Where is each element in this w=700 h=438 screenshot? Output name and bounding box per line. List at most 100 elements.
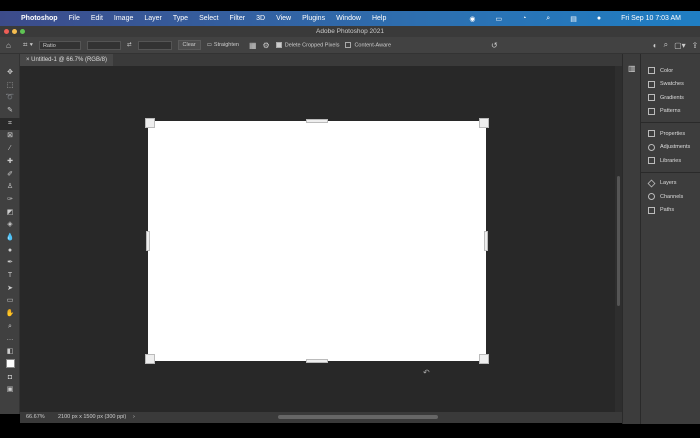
creative-cloud-icon[interactable]: ◉ (469, 15, 475, 23)
menu-filter[interactable]: Filter (230, 15, 246, 22)
pen-tool-icon[interactable]: ✒ (0, 257, 20, 270)
crop-handle[interactable] (306, 119, 328, 123)
color-swatches-icon[interactable]: ◧ (0, 346, 20, 359)
eyedropper-tool-icon[interactable]: ⁄ (0, 143, 20, 156)
menu-help[interactable]: Help (372, 15, 386, 22)
more-tools-icon[interactable]: … (0, 333, 20, 346)
document-info[interactable]: 2100 px x 1500 px (300 ppi) (58, 412, 126, 423)
ratio-select[interactable]: Ratio (38, 40, 81, 50)
horizontal-scrollbar[interactable] (278, 415, 438, 419)
eraser-tool-icon[interactable]: ◩ (0, 207, 20, 220)
history-panel-icon[interactable]: ▥ (628, 64, 640, 73)
zoom-button[interactable] (20, 29, 25, 34)
zoom-tool-icon[interactable]: ⌕ (0, 321, 20, 334)
document-canvas[interactable] (145, 118, 489, 364)
panel-layers[interactable]: Layers (641, 177, 700, 191)
menu-select[interactable]: Select (199, 15, 218, 22)
stamp-tool-icon[interactable]: ♙ (0, 181, 20, 194)
document-tab[interactable]: × Untitled-1 @ 66.7% (RGB/8) (20, 54, 113, 66)
search-icon[interactable]: ⌕ (664, 40, 668, 50)
height-input[interactable] (137, 40, 172, 50)
panel-gradients[interactable]: Gradients (641, 91, 700, 105)
menu-plugins[interactable]: Plugins (302, 15, 325, 22)
menu-layer[interactable]: Layer (144, 15, 162, 22)
clock[interactable]: Fri Sep 10 7:03 AM (621, 15, 681, 23)
clear-button[interactable]: Clear (177, 40, 201, 50)
close-button[interactable] (4, 29, 9, 34)
menu-view[interactable]: View (276, 15, 291, 22)
crop-handle[interactable] (306, 359, 328, 363)
panel-swatches[interactable]: Swatches (641, 78, 700, 92)
type-tool-icon[interactable]: T (0, 270, 20, 283)
panel-properties[interactable]: Properties (641, 127, 700, 141)
blur-tool-icon[interactable]: 💧 (0, 232, 20, 245)
panel-color[interactable]: Color (641, 64, 700, 78)
crop-tool-icon[interactable]: ⌗ (0, 117, 20, 131)
status-menu-arrow[interactable]: › (133, 412, 135, 423)
status-bar: 66.67% 2100 px x 1500 px (300 ppi) › (20, 412, 622, 423)
quick-mask-icon[interactable]: ◘ (0, 372, 20, 385)
zoom-level[interactable]: 66.67% (26, 412, 45, 423)
workspace-icon[interactable]: ▢▾ (674, 41, 686, 50)
crop-tool-preset-icon[interactable]: ⌗ ▾ (23, 40, 33, 50)
straighten-icon[interactable]: ▭ (207, 42, 212, 48)
search-icon[interactable]: ⌕ (546, 15, 550, 23)
home-icon[interactable]: ⌂ (6, 41, 11, 50)
control-center-icon[interactable]: ▤ (570, 15, 577, 23)
screen-mode-icon[interactable]: ▣ (0, 384, 20, 397)
lasso-tool-icon[interactable]: ➰ (0, 92, 20, 105)
crop-handle[interactable] (146, 231, 150, 251)
canvas-area[interactable]: ↶ (20, 66, 615, 412)
panel-paths[interactable]: Paths (641, 204, 700, 218)
delete-cropped-checkbox[interactable]: Delete Cropped Pixels (275, 41, 339, 48)
menu-file[interactable]: File (69, 15, 80, 22)
properties-icon (648, 130, 655, 138)
menu-edit[interactable]: Edit (91, 15, 103, 22)
marquee-tool-icon[interactable]: ⬚ (0, 80, 20, 93)
frame-tool-icon[interactable]: ⊠ (0, 130, 20, 143)
vertical-scrollbar[interactable] (615, 66, 622, 412)
dodge-tool-icon[interactable]: ● (0, 245, 20, 258)
options-bar: ⌂ ⌗ ▾ Ratio ⇄ Clear ▭ Straighten ▦ ⚙ Del… (0, 37, 700, 54)
crop-handle[interactable] (479, 354, 489, 364)
menu-3d[interactable]: 3D (256, 15, 265, 22)
quick-select-tool-icon[interactable]: ✎ (0, 105, 20, 118)
content-aware-checkbox[interactable]: Content-Aware (345, 41, 391, 48)
history-brush-icon[interactable]: ✑ (0, 194, 20, 207)
reset-icon[interactable]: ↺ (491, 41, 498, 50)
move-tool-icon[interactable]: ✥ (0, 67, 20, 80)
panel-libraries[interactable]: Libraries (641, 154, 700, 168)
share-icon[interactable]: ⇪ (692, 41, 699, 50)
straighten-button[interactable]: Straighten (214, 42, 239, 48)
path-select-icon[interactable]: ➤ (0, 283, 20, 296)
crop-handle[interactable] (484, 231, 488, 251)
width-input[interactable] (86, 40, 121, 50)
panel-patterns[interactable]: Patterns (641, 105, 700, 119)
paint-bucket-icon[interactable]: ◈ (0, 219, 20, 232)
healing-tool-icon[interactable]: ✚ (0, 156, 20, 169)
crop-handle[interactable] (479, 118, 489, 128)
title-bar: Adobe Photoshop 2021 (0, 26, 700, 37)
siri-icon[interactable]: ● (597, 15, 601, 23)
shape-tool-icon[interactable]: ▭ (0, 295, 20, 308)
crop-handle[interactable] (145, 118, 155, 128)
panel-adjustments[interactable]: Adjustments (641, 141, 700, 155)
battery-icon[interactable]: ▭ (495, 15, 502, 23)
crop-handle[interactable] (145, 354, 155, 364)
menu-window[interactable]: Window (336, 15, 361, 22)
brush-tool-icon[interactable]: ✐ (0, 169, 20, 182)
channels-icon (648, 193, 655, 201)
minimize-button[interactable] (12, 29, 17, 34)
menu-app[interactable]: Photoshop (21, 15, 58, 22)
swap-icon[interactable]: ⇄ (127, 42, 132, 48)
menu-image[interactable]: Image (114, 15, 133, 22)
paths-icon (648, 206, 655, 214)
wifi-icon[interactable]: ◔ (522, 15, 526, 23)
panel-channels[interactable]: Channels (641, 190, 700, 204)
settings-gear-icon[interactable]: ⚙ (263, 41, 270, 50)
foreground-color[interactable] (0, 358, 20, 372)
user-icon[interactable]: ◐ (653, 41, 658, 50)
menu-type[interactable]: Type (173, 15, 188, 22)
hand-tool-icon[interactable]: ✋ (0, 308, 20, 321)
overlay-grid-icon[interactable]: ▦ (249, 41, 257, 50)
